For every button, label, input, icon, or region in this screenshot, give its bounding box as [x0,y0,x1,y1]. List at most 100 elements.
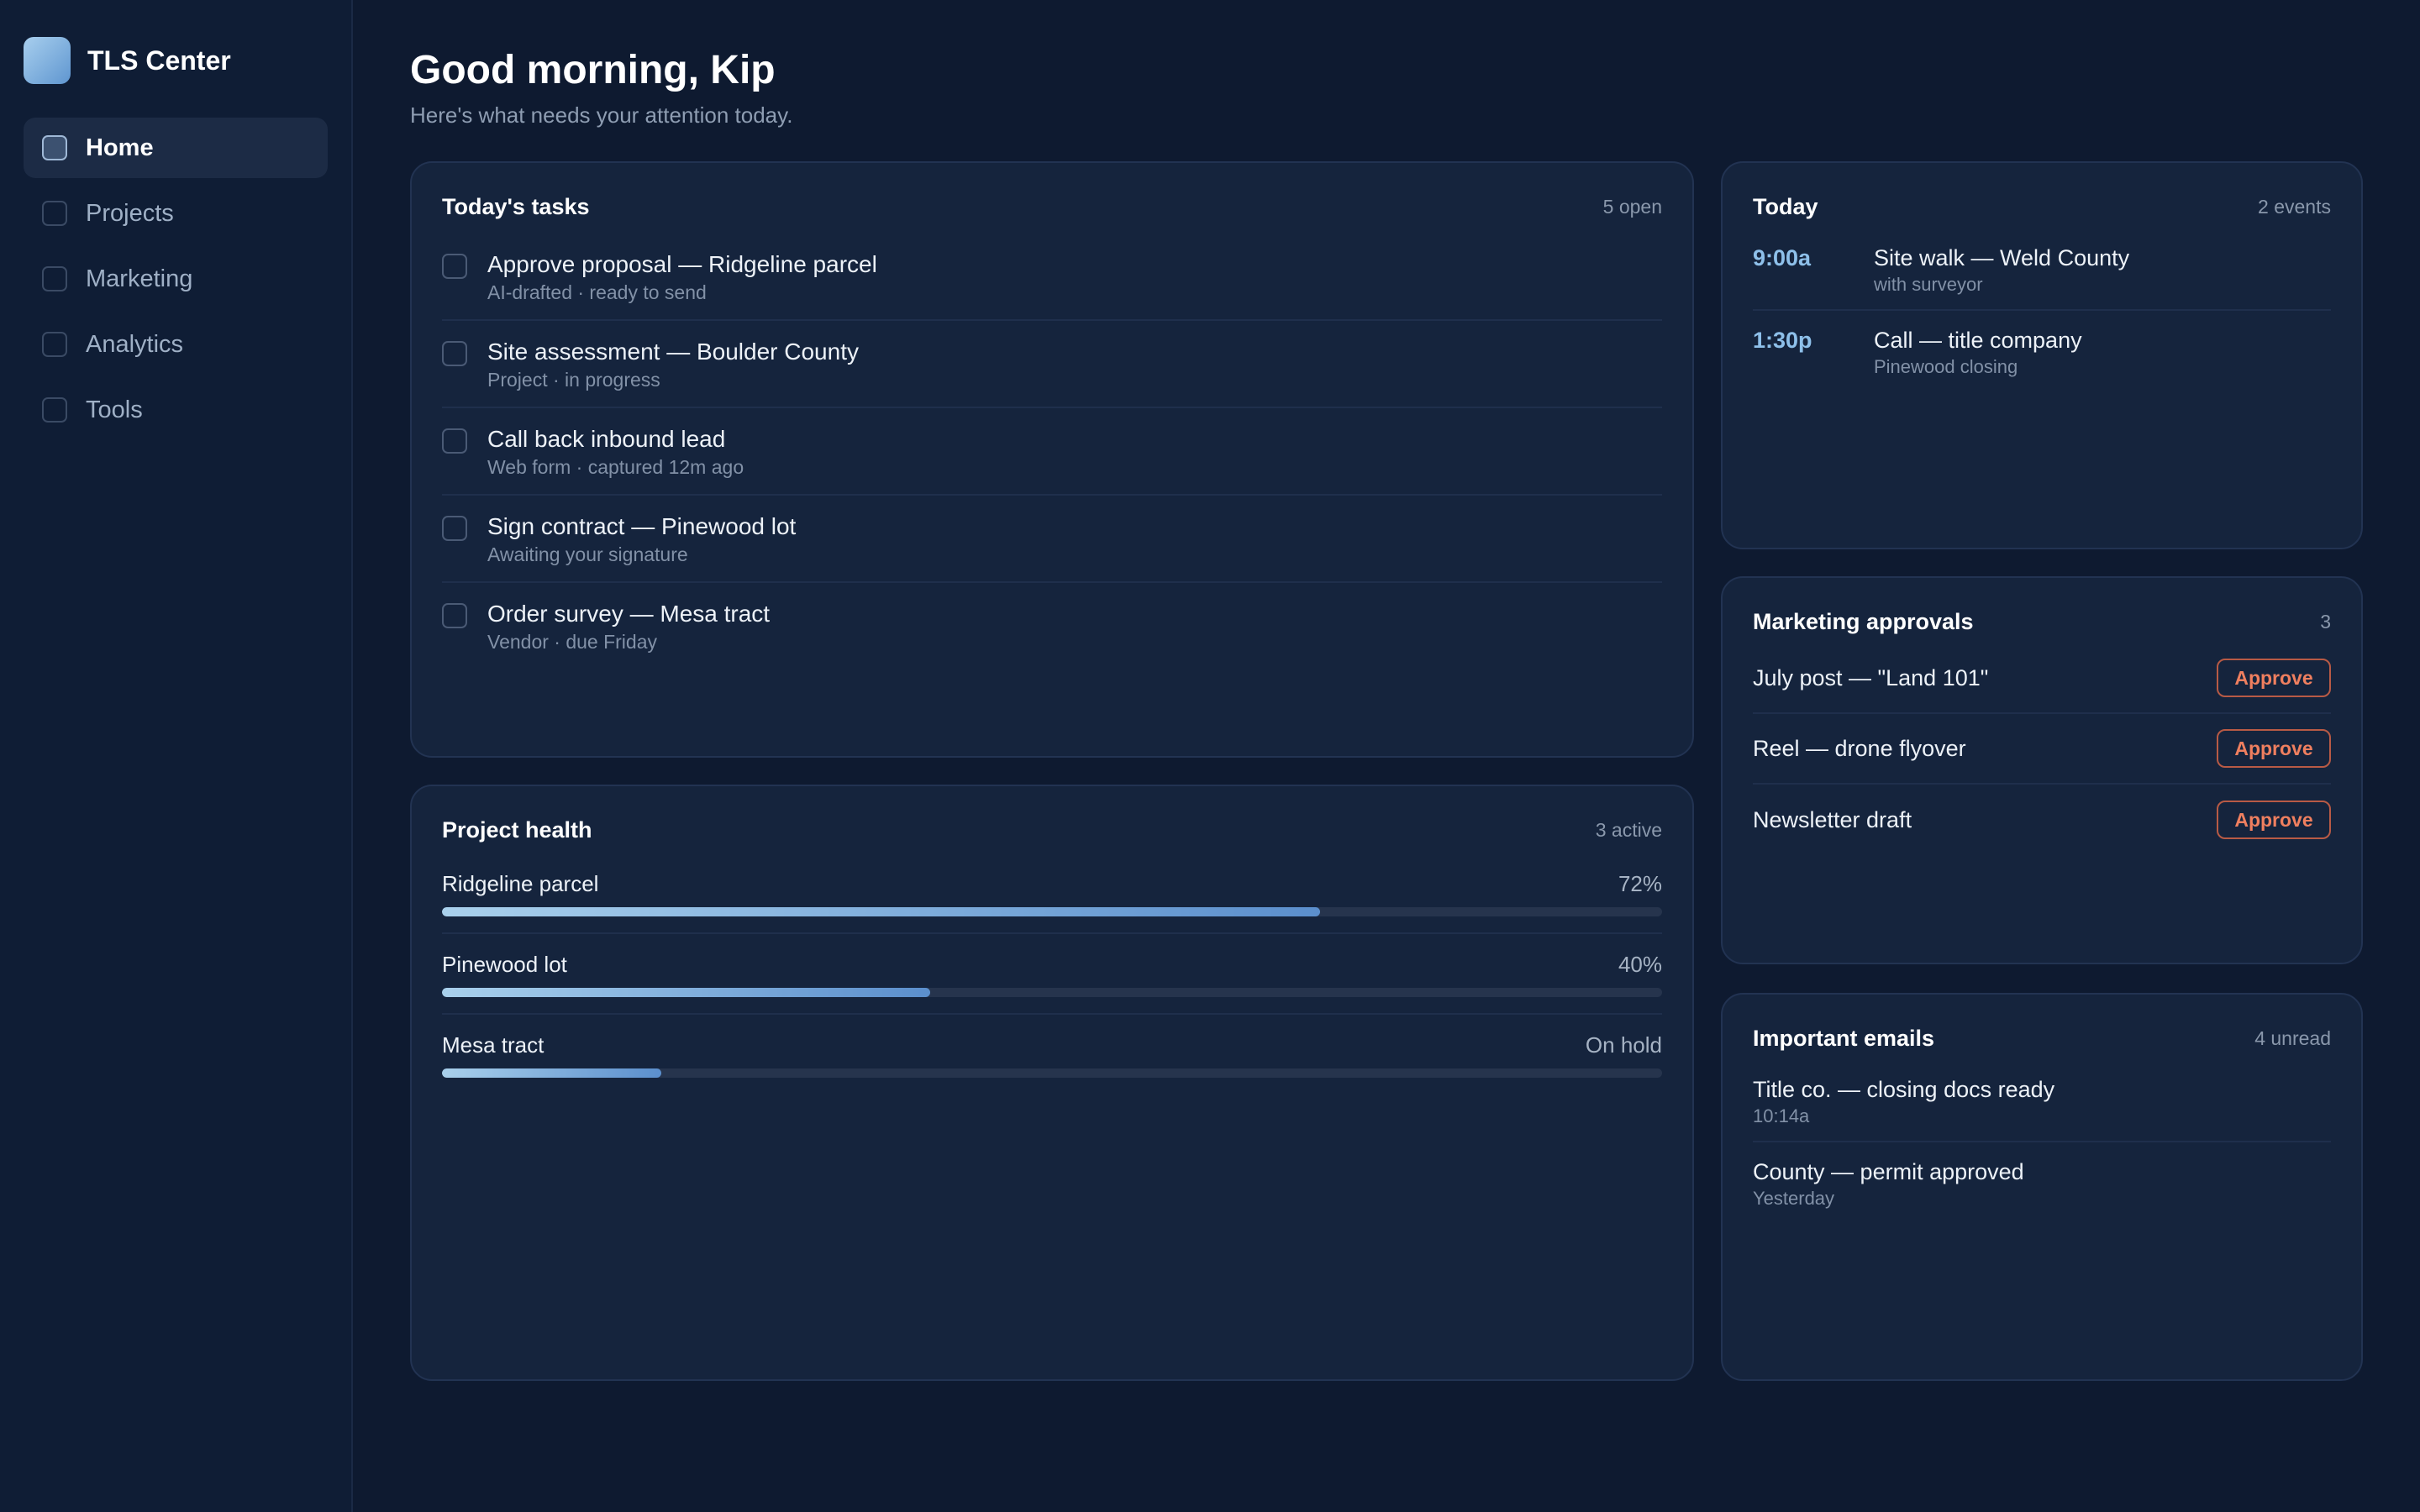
sidebar: TLS Center Home Projects Marketing Analy… [0,0,353,1512]
sidebar-item-projects[interactable]: Projects [24,183,328,244]
project-status: 72% [1618,871,1662,896]
sidebar-item-home[interactable]: Home [24,118,328,178]
brand: TLS Center [24,37,328,84]
email-row[interactable]: County — permit approved Yesterday [1753,1142,2331,1225]
main-content: Good morning, Kip Here's what needs your… [353,0,2420,1512]
approval-label: July post — "Land 101" [1753,664,1989,690]
approval-row: July post — "Land 101" Approve [1753,643,2331,714]
task-subtitle: Project · in progress [487,369,660,391]
progress-track [442,988,1662,997]
brand-logo [24,37,71,84]
progress-track [442,907,1662,916]
project-status: 40% [1618,952,1662,977]
page-title: Good morning, Kip [410,48,776,92]
project-health-title: Project health [442,816,592,843]
event-subtitle: with surveyor [1874,274,1983,295]
unread-count: 4 unread [2254,1026,2331,1049]
approval-row: Reel — drone flyover Approve [1753,714,2331,785]
emails-card-header: Important emails 4 unread [1753,1023,2331,1053]
tasks-card-header: Today's tasks 5 open [442,192,1662,222]
home-icon [42,135,67,160]
today-card-title: Today [1753,193,1818,219]
task-subtitle: Web form · captured 12m ago [487,456,744,478]
important-emails-card: Important emails 4 unread Title co. — cl… [1721,993,2363,1381]
task-subtitle: Awaiting your signature [487,543,688,565]
progress-fill [442,907,1321,916]
sidebar-item-label: Tools [86,396,143,423]
event-title: Site walk — Weld County [1874,245,2130,270]
task-row: Sign contract — Pinewood lot Awaiting yo… [442,496,1662,583]
task-row: Site assessment — Boulder County Project… [442,321,1662,408]
sidebar-item-label: Home [86,134,154,161]
task-title: Order survey — Mesa tract [487,601,771,627]
approval-label: Newsletter draft [1753,806,1912,832]
approvals-card-header: Marketing approvals 3 [1753,606,2331,637]
emails-card-title: Important emails [1753,1025,1935,1051]
sidebar-item-label: Projects [86,199,174,227]
task-checkbox[interactable] [442,516,467,541]
event-subtitle: Pinewood closing [1874,356,2018,377]
event-title: Call — title company [1874,328,2082,353]
sidebar-item-marketing[interactable]: Marketing [24,249,328,309]
task-checkbox[interactable] [442,603,467,628]
task-row: Call back inbound lead Web form · captur… [442,408,1662,496]
analytics-icon [42,332,67,357]
email-time: 10:14a [1753,1105,1810,1126]
today-card-header: Today 2 events [1753,192,2331,222]
approve-button[interactable]: Approve [2217,801,2331,839]
event-time: 1:30p [1753,328,1812,353]
event-list: 9:00a Site walk — Weld County with surve… [1753,228,2331,393]
sidebar-item-label: Marketing [86,265,193,292]
approval-list: July post — "Land 101" Approve Reel — dr… [1753,643,2331,855]
project-row[interactable]: Mesa tract On hold [442,1015,1662,1095]
today-card: Today 2 events 9:00a Site walk — Weld Co… [1721,161,2363,549]
sidebar-nav: Home Projects Marketing Analytics Tools [24,118,328,440]
tasks-card-title: Today's tasks [442,193,590,219]
app-root: TLS Center Home Projects Marketing Analy… [0,0,2420,1512]
project-name: Ridgeline parcel [442,871,599,896]
project-count: 3 active [1595,818,1662,841]
task-checkbox[interactable] [442,254,467,279]
tasks-count: 5 open [1602,195,1662,218]
task-title: Site assessment — Boulder County [487,339,859,365]
task-title: Sign contract — Pinewood lot [487,513,797,539]
task-checkbox[interactable] [442,341,467,366]
marketing-icon [42,266,67,291]
task-subtitle: Vendor · due Friday [487,631,658,653]
sidebar-item-analytics[interactable]: Analytics [24,314,328,375]
project-health-card: Project health 3 active Ridgeline parcel… [410,785,1694,1381]
brand-name: TLS Center [87,45,231,76]
page-subtitle: Here's what needs your attention today. [410,102,793,128]
email-time: Yesterday [1753,1188,1835,1209]
project-row[interactable]: Pinewood lot 40% [442,934,1662,1015]
event-count: 2 events [2258,195,2331,218]
task-list: Approve proposal — Ridgeline parcel AI-d… [442,234,1662,670]
event-row[interactable]: 9:00a Site walk — Weld County with surve… [1753,228,2331,311]
approval-label: Reel — drone flyover [1753,735,1966,761]
approval-row: Newsletter draft Approve [1753,785,2331,855]
task-title: Call back inbound lead [487,426,726,452]
project-row[interactable]: Ridgeline parcel 72% [442,853,1662,934]
approvals-card-title: Marketing approvals [1753,608,1974,634]
email-list: Title co. — closing docs ready 10:14a Co… [1753,1060,2331,1225]
event-row[interactable]: 1:30p Call — title company Pinewood clos… [1753,311,2331,393]
sidebar-item-tools[interactable]: Tools [24,380,328,440]
projects-icon [42,201,67,226]
task-checkbox[interactable] [442,428,467,454]
project-name: Mesa tract [442,1032,544,1058]
email-subject: Title co. — closing docs ready [1753,1077,2055,1102]
approve-button[interactable]: Approve [2217,729,2331,768]
marketing-approvals-card: Marketing approvals 3 July post — "Land … [1721,576,2363,964]
task-row: Approve proposal — Ridgeline parcel AI-d… [442,234,1662,321]
email-row[interactable]: Title co. — closing docs ready 10:14a [1753,1060,2331,1142]
email-subject: County — permit approved [1753,1159,2024,1184]
project-name: Pinewood lot [442,952,567,977]
progress-fill [442,988,930,997]
sidebar-item-label: Analytics [86,330,184,358]
task-title: Approve proposal — Ridgeline parcel [487,251,877,277]
approvals-count: 3 [2320,610,2331,633]
project-status: On hold [1585,1032,1662,1058]
approve-button[interactable]: Approve [2217,659,2331,697]
project-health-header: Project health 3 active [442,815,1662,845]
task-subtitle: AI-drafted · ready to send [487,281,707,303]
